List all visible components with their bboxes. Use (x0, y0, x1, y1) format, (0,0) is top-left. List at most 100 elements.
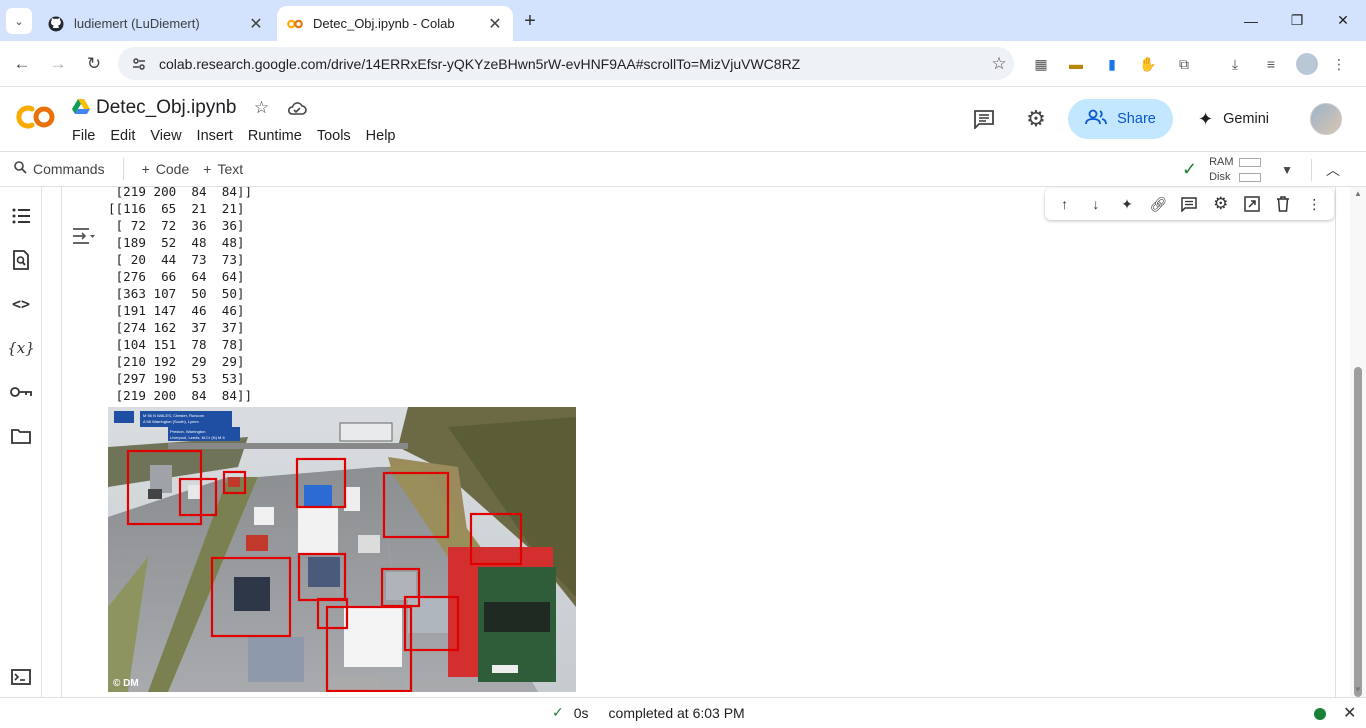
tab-github[interactable]: ludiemert (LuDiemert) ✕ (38, 6, 274, 41)
more-vert-icon[interactable]: ⋮ (1328, 53, 1350, 75)
back-icon[interactable]: ← (8, 50, 36, 78)
code-cell[interactable]: [219 200 84 84]] [[116 65 21 21] [ 72 72… (61, 187, 1336, 697)
vertical-scrollbar[interactable]: ▲ ▼ (1350, 187, 1366, 697)
sign-text: Liverpool, Leeds, M.Cr (N) M 6 (170, 435, 225, 440)
scroll-thumb[interactable] (1354, 367, 1362, 697)
more-vert-icon[interactable]: ⋮ (1304, 194, 1324, 214)
gemini-label: Gemini (1223, 111, 1270, 127)
secrets-key-icon[interactable] (10, 381, 32, 403)
link-icon[interactable]: 🔗︎ (1148, 194, 1168, 214)
profile-avatar[interactable] (1296, 53, 1318, 75)
gemini-sparkle-icon: ✦ (1198, 108, 1214, 129)
sign-text: A 56 Warrington (South), Lymm (143, 419, 199, 424)
url-field[interactable]: colab.research.google.com/drive/14ERRxEf… (118, 47, 1014, 80)
close-icon[interactable]: ✕ (483, 12, 507, 36)
share-button[interactable]: Share (1068, 99, 1173, 139)
cloud-sync-icon[interactable] (286, 97, 308, 119)
output-line: [210 192 29 29] (108, 354, 245, 369)
menu-edit[interactable]: Edit (110, 128, 135, 144)
google-drive-icon (72, 98, 90, 119)
sign-text: M 56 N WALES, Chester, Runcorn (143, 413, 205, 418)
tab-search-button[interactable]: ⌄ (6, 8, 32, 34)
toolbar-divider (122, 158, 124, 180)
plus-icon: + (141, 161, 150, 177)
find-replace-icon[interactable] (10, 249, 32, 271)
scroll-up-arrow-icon[interactable]: ▲ (1353, 189, 1363, 199)
site-info-icon[interactable] (128, 53, 150, 75)
bookmark-star-icon[interactable]: ☆ (984, 54, 1014, 74)
move-down-arrow-icon[interactable]: ↓ (1086, 194, 1106, 214)
close-window-button[interactable]: ✕ (1320, 0, 1366, 41)
text-label: Text (217, 161, 244, 177)
comments-icon[interactable] (971, 106, 997, 132)
settings-gear-icon[interactable]: ⚙ (1211, 194, 1231, 214)
extension-icon[interactable]: ▦ (1030, 53, 1052, 75)
colab-logo[interactable] (14, 101, 58, 133)
code-snippets-icon[interactable]: <> (10, 293, 32, 315)
notebook-title[interactable]: Detec_Obj.ipynb (96, 97, 236, 119)
cell-toolbar: ↑ ↓ ✦ 🔗︎ ⚙ ⋮ (1045, 188, 1334, 220)
commands-label: Commands (33, 161, 105, 177)
menu-view[interactable]: View (150, 128, 181, 144)
disk-label: Disk (1209, 171, 1231, 183)
terminal-icon[interactable] (10, 666, 32, 688)
browser-tab-strip: ⌄ ludiemert (LuDiemert) ✕ Detec_Obj.ipyn… (0, 0, 1366, 41)
commands-button[interactable]: Commands (14, 161, 105, 177)
reload-icon[interactable]: ↻ (80, 50, 108, 78)
scroll-down-arrow-icon[interactable]: ▼ (1353, 685, 1363, 695)
folder-extension-icon[interactable]: ▬ (1065, 53, 1087, 75)
star-icon[interactable]: ☆ (250, 97, 272, 119)
menu-file[interactable]: File (72, 128, 95, 144)
close-icon[interactable]: ✕ (1343, 703, 1356, 723)
menu-help[interactable]: Help (366, 128, 396, 144)
menu-insert[interactable]: Insert (197, 128, 233, 144)
output-actions-icon[interactable] (71, 225, 95, 249)
forward-icon[interactable]: → (44, 50, 72, 78)
menu-runtime[interactable]: Runtime (248, 128, 302, 144)
menu-tools[interactable]: Tools (317, 128, 351, 144)
address-bar-row: ← → ↻ colab.research.google.com/drive/14… (0, 41, 1366, 87)
tab-colab[interactable]: Detec_Obj.ipynb - Colab ✕ (277, 6, 513, 41)
restore-button[interactable]: ❐ (1274, 0, 1320, 41)
execution-status[interactable]: ✓ 0s completed at 6:03 PM (552, 704, 745, 721)
chevron-down-icon[interactable]: ▼ (1281, 163, 1293, 177)
resources-indicator[interactable]: ✓ RAM Disk ▼ ︿ (1182, 152, 1340, 187)
gemini-sparkle-icon[interactable]: ✦ (1117, 194, 1137, 214)
gemini-button[interactable]: ✦ Gemini (1198, 99, 1269, 139)
variables-icon[interactable]: {x} (7, 337, 35, 359)
comment-icon[interactable] (1179, 194, 1199, 214)
connected-check-icon: ✓ (1182, 159, 1198, 179)
tab-title: ludiemert (LuDiemert) (74, 16, 200, 31)
sign-text: Preston, Warrington (170, 429, 206, 434)
delete-trash-icon[interactable] (1273, 194, 1293, 214)
settings-gear-icon[interactable]: ⚙ (1023, 106, 1049, 132)
check-icon: ✓ (552, 704, 564, 720)
people-icon (1085, 109, 1108, 129)
table-of-contents-icon[interactable] (10, 205, 32, 227)
detection-output-image: M 56 N WALES, Chester, Runcorn A 56 Warr… (108, 407, 576, 692)
close-icon[interactable]: ✕ (244, 12, 268, 36)
docs-extension-icon[interactable]: ▮ (1101, 53, 1123, 75)
add-code-button[interactable]: + Code (142, 161, 190, 177)
github-icon (48, 16, 64, 32)
output-line: [363 107 50 50] (108, 286, 245, 301)
share-label: Share (1117, 111, 1156, 127)
collapse-chevron-up-icon[interactable]: ︿ (1326, 160, 1340, 180)
search-icon (14, 161, 27, 177)
hand-extension-icon[interactable]: ✋ (1137, 53, 1159, 75)
chevron-down-icon: ⌄ (14, 15, 24, 28)
left-sidebar: <> {x} (0, 187, 42, 697)
puzzle-icon[interactable]: ⧉ (1173, 53, 1195, 75)
minimize-button[interactable]: — (1228, 0, 1274, 41)
ram-label: RAM (1209, 156, 1234, 168)
url-text: colab.research.google.com/drive/14ERRxEf… (159, 55, 801, 72)
new-tab-button[interactable]: + (518, 9, 542, 33)
plus-icon: + (203, 161, 212, 177)
files-folder-icon[interactable] (10, 425, 32, 447)
move-up-arrow-icon[interactable]: ↑ (1055, 194, 1075, 214)
mirror-cell-icon[interactable] (1242, 194, 1262, 214)
download-icon[interactable]: ⤓ (1224, 53, 1246, 75)
user-avatar[interactable] (1310, 103, 1342, 135)
media-control-icon[interactable]: ≡ (1260, 53, 1282, 75)
add-text-button[interactable]: + Text (203, 161, 243, 177)
